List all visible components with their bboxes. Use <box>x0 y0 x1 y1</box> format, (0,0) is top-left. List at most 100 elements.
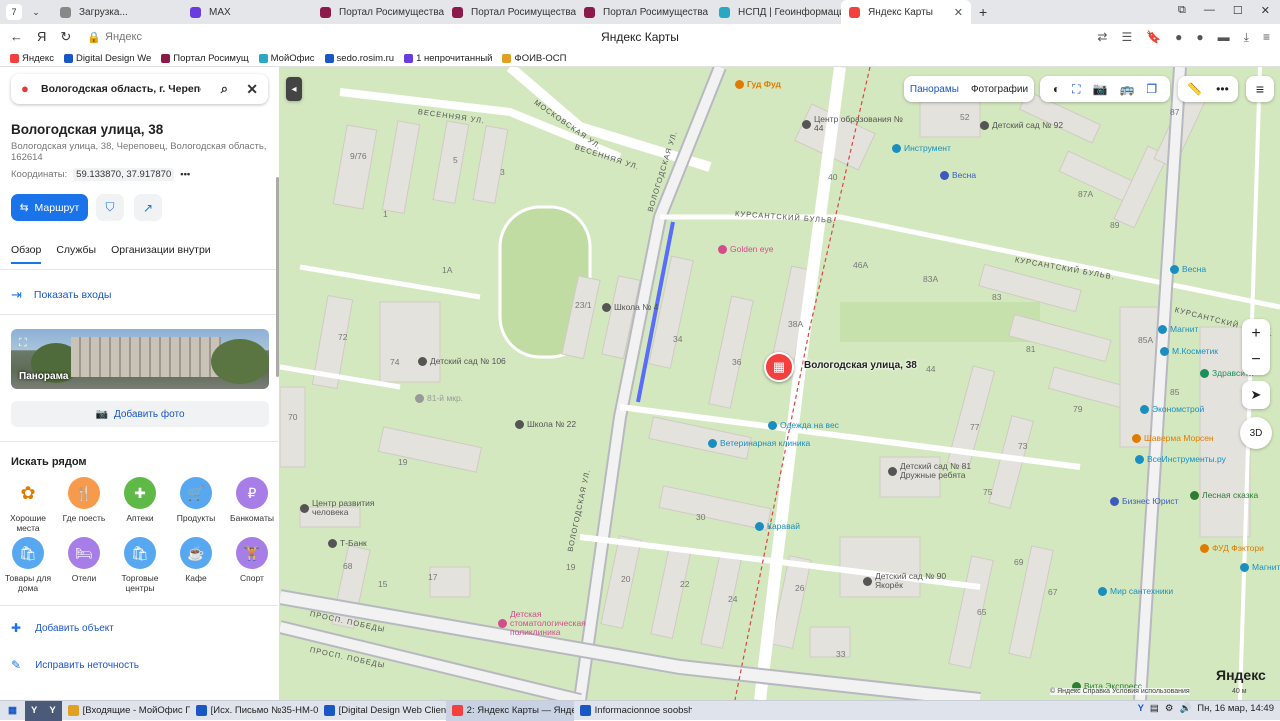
zoom-in-button[interactable]: + <box>1251 325 1260 343</box>
save-bookmark-button[interactable]: ⛉ <box>96 194 124 221</box>
nearby-category[interactable]: 🛍 Товары для дома <box>0 537 56 593</box>
route-button[interactable]: ⇆ Маршрут <box>11 194 88 221</box>
nearby-category[interactable]: 🛒 Продукты <box>168 477 224 523</box>
map-poi[interactable]: Инструмент <box>892 144 951 153</box>
browser-tab[interactable]: MAX <box>182 0 312 24</box>
map-poi[interactable]: ВсеИнструменты.ру <box>1135 455 1226 464</box>
more-icon[interactable]: ••• <box>180 169 190 180</box>
minimize-icon[interactable]: — <box>1204 4 1215 17</box>
yandex-browser-icon[interactable]: Y <box>24 700 44 721</box>
map-poi[interactable]: Магнит <box>1158 325 1198 334</box>
search-input[interactable]: Вологодская область, г. Череповец, <box>41 83 201 95</box>
location-marker[interactable]: ▦ <box>764 352 794 382</box>
yandex-tray-icon[interactable]: Y <box>1138 703 1144 714</box>
search-icon[interactable]: ⌕ <box>221 81 228 97</box>
map-poi[interactable]: 81-й мкр. <box>415 394 463 403</box>
map-poi[interactable]: Центр развития человека <box>300 499 410 517</box>
nearby-category[interactable]: 🏋 Спорт <box>224 537 279 583</box>
bookmark-icon[interactable]: 🔖 <box>1146 30 1161 45</box>
add-photo-button[interactable]: 📷 Добавить фото <box>11 401 269 427</box>
nearby-category[interactable]: ✚ Аптеки <box>112 477 168 523</box>
map-poi[interactable]: Детский сад № 92 <box>980 121 1063 130</box>
downloads-icon[interactable]: ⤓ <box>1244 30 1249 45</box>
reload-icon[interactable]: ↻ <box>60 29 71 45</box>
browser-tab[interactable]: Портал Росимущества <box>312 0 444 24</box>
map-poi[interactable]: Весна <box>940 171 976 180</box>
nearby-category[interactable]: ✿ Хорошие места <box>0 477 56 533</box>
map-poi[interactable]: ФУД Фэктори <box>1200 544 1264 553</box>
camera-icon[interactable]: 📷 <box>1092 82 1107 96</box>
nearby-category[interactable]: 🛏 Отели <box>56 537 112 583</box>
close-window-icon[interactable]: ✕ <box>1261 4 1270 17</box>
nearby-category[interactable]: ₽ Банкоматы <box>224 477 279 523</box>
ruler-icon[interactable]: 📏 <box>1187 82 1202 96</box>
map-poi[interactable]: Экономстрой <box>1140 405 1204 414</box>
nearby-category[interactable]: 🛍 Торговые центры <box>112 537 168 593</box>
map-poi[interactable]: Детская стоматологическая поликлиника <box>498 610 608 637</box>
bookmark-item[interactable]: Портал Росимущ <box>161 53 249 64</box>
map-poi[interactable]: Детский сад № 106 <box>418 357 506 366</box>
map-canvas[interactable]: ВЕСЕННЯЯ УЛ. МОСКОВСКАЯ УЛ. ВЕСЕННЯЯ УЛ. ВО… <box>280 67 1280 700</box>
add-object-link[interactable]: ✚ Добавить объект <box>11 621 114 635</box>
map-poi[interactable]: Магнит <box>1240 563 1280 572</box>
bookmark-item[interactable]: 1 непрочитанный <box>404 53 492 64</box>
yandex-home-icon[interactable]: Я <box>37 29 46 45</box>
map-poi[interactable]: Лесная сказка <box>1190 491 1258 500</box>
start-button[interactable]: ▦ <box>0 701 25 721</box>
map-poi[interactable]: Школа № 4 <box>602 303 658 312</box>
maximize-icon[interactable]: ☐ <box>1233 4 1243 17</box>
map-poi[interactable]: Детский сад № 90 Якорёк <box>863 572 973 590</box>
search-box[interactable]: ● Вологодская область, г. Череповец, ⌕ ✕ <box>11 74 268 104</box>
reader-icon[interactable]: ☰ <box>1121 30 1132 45</box>
map-poi[interactable]: Golden eye <box>718 245 773 254</box>
map-poi[interactable]: Мир сантехники <box>1098 587 1173 596</box>
map-poi[interactable]: Центр образования № 44 <box>802 115 912 133</box>
map-poi[interactable]: Школа № 22 <box>515 420 576 429</box>
geolocation-button[interactable]: ➤ <box>1242 381 1270 409</box>
tab-manager-icon[interactable]: ⧉ <box>1178 4 1186 17</box>
tab-overview[interactable]: Обзор <box>11 244 42 264</box>
tab-services[interactable]: Службы <box>56 244 96 264</box>
tray-icon-2[interactable]: ⚙ <box>1165 703 1174 714</box>
collapse-panel-button[interactable]: ◂ <box>286 77 302 101</box>
share-button[interactable]: ↗ <box>134 194 162 221</box>
transport-icon[interactable]: 🚌 <box>1119 82 1134 96</box>
bookmark-item[interactable]: МойОфис <box>258 53 315 64</box>
panoramas-button[interactable]: Панорамы <box>910 84 959 95</box>
copyright[interactable]: © Яндекс Справка Условия использования <box>1050 688 1190 695</box>
3d-button[interactable]: 3D <box>1240 417 1272 449</box>
panorama-preview[interactable]: ⛶ Панорама <box>11 329 269 389</box>
browser-tab[interactable]: Портал Росимущества <box>444 0 576 24</box>
clock[interactable]: Пн, 16 мар, 14:49 <box>1197 703 1274 714</box>
more-icon[interactable]: ••• <box>1216 82 1229 96</box>
map-poi[interactable]: Шаверма Морсен <box>1132 434 1214 443</box>
translate-icon[interactable]: ⇄ <box>1097 30 1107 45</box>
back-icon[interactable]: ← <box>10 29 23 45</box>
bookmark-item[interactable]: sedo.rosim.ru <box>324 53 394 64</box>
map-poi[interactable]: Т-Банк <box>328 539 367 548</box>
coords-value[interactable]: 59.133870, 37.917870 <box>73 168 175 181</box>
zoom-out-button[interactable]: − <box>1251 351 1260 369</box>
bookmark-item[interactable]: Яндекс <box>10 53 54 64</box>
extension-icon-3[interactable]: ▬ <box>1218 30 1230 45</box>
menu-button[interactable]: ≡ <box>1246 76 1274 102</box>
close-icon[interactable]: ✕ <box>246 81 258 98</box>
map-poi[interactable]: Бизнес Юрист <box>1110 497 1178 506</box>
extension-icon[interactable]: ● <box>1175 30 1182 45</box>
tab-organizations[interactable]: Организации внутри <box>111 244 211 264</box>
taskbar-window[interactable]: 2: Яндекс Карты — Яндек... <box>445 700 574 721</box>
close-tab-icon[interactable]: ✕ <box>954 6 963 19</box>
browser-tab[interactable]: НСПД | Геоинформацио <box>711 0 841 24</box>
map-poi[interactable]: Одежда на вес <box>768 421 839 430</box>
tab-counter-button[interactable]: 7 <box>6 4 22 20</box>
layers-icon[interactable]: ◐ <box>1053 82 1060 96</box>
bookmark-item[interactable]: ФОИВ-ОСП <box>502 53 567 64</box>
taskbar-window[interactable]: Informacionnoe soobshhe... <box>574 701 692 721</box>
taskbar-window[interactable]: [Digital Design Web Client ... <box>318 701 446 721</box>
map-poi[interactable]: М.Косметик <box>1160 347 1218 356</box>
volume-icon[interactable]: 🔊 <box>1179 703 1191 714</box>
nearby-category[interactable]: 🍴 Где поесть <box>56 477 112 523</box>
yandex-browser-icon-2[interactable]: Y <box>43 700 62 721</box>
browser-tab[interactable]: Портал Росимущества <box>576 0 711 24</box>
taskbar-window[interactable]: [Входящие - МойОфис П... <box>62 701 190 721</box>
